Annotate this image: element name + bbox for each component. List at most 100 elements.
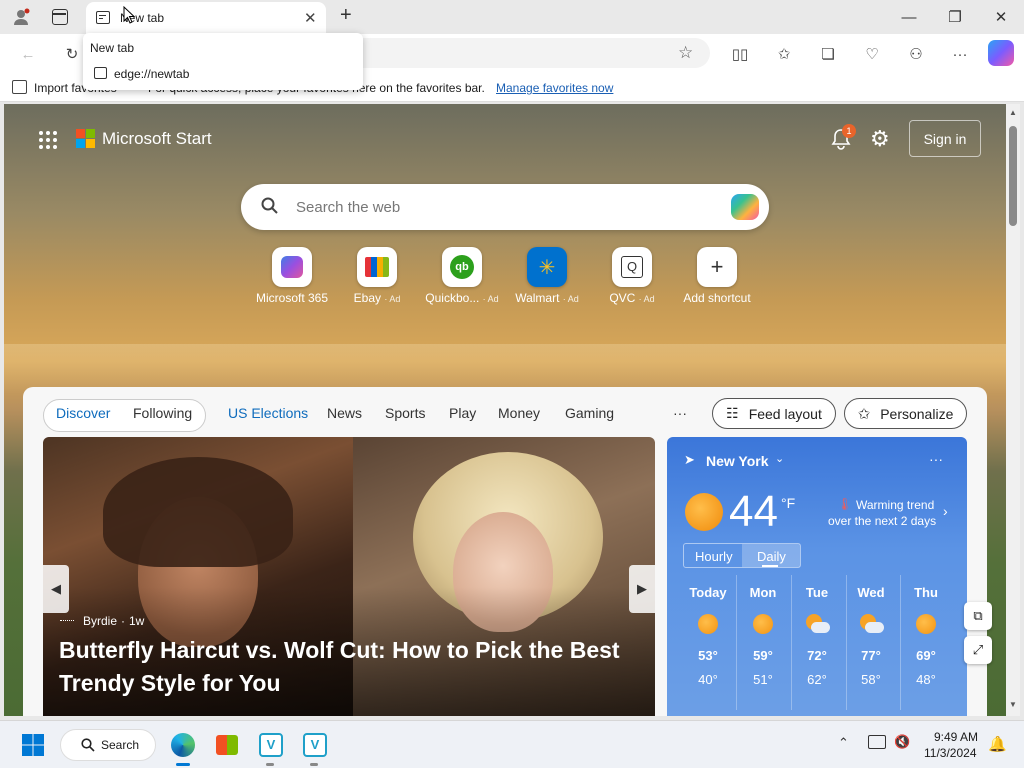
show-hidden-icons-icon[interactable]: ⌃ <box>838 735 849 751</box>
app-launcher-icon[interactable] <box>38 130 58 150</box>
tab-play[interactable]: Play <box>449 405 476 421</box>
article-age-separator: · <box>121 614 125 628</box>
restore-button[interactable]: ❐ <box>932 0 978 34</box>
location-dropdown-icon[interactable]: ⌄ <box>775 452 784 465</box>
sign-in-button[interactable]: Sign in <box>909 120 981 157</box>
app-taskbar-icon-1[interactable]: V <box>256 730 286 766</box>
tab-tooltip: New tab edge://newtab <box>83 33 363 90</box>
page-scrollbar[interactable]: ▲ ▼ <box>1006 104 1020 716</box>
taskbar-search-box[interactable]: Search <box>60 729 156 761</box>
shortcut-qvc[interactable]: Q QVC · Ad <box>587 247 677 305</box>
tab-actions-icon[interactable] <box>52 9 68 25</box>
tab-following[interactable]: Following <box>133 405 192 421</box>
carousel-prev-button[interactable]: ◀ <box>43 565 69 613</box>
notification-center-icon[interactable]: 🔔 <box>988 735 1007 753</box>
refresh-icon[interactable]: ↻ <box>60 42 84 66</box>
shortcut-microsoft-365[interactable]: Microsoft 365 <box>247 247 337 305</box>
tab-daily-underline <box>762 565 778 567</box>
scroll-thumb[interactable] <box>1009 126 1017 226</box>
shortcut-quickbooks[interactable]: qb Quickbo... · Ad <box>417 247 507 305</box>
tab-news[interactable]: News <box>327 405 362 421</box>
collections-icon[interactable]: ❏ <box>816 42 840 66</box>
split-screen-icon[interactable]: ▯▯ <box>728 42 752 66</box>
start-button[interactable] <box>18 730 48 760</box>
carousel-next-button[interactable]: ▶ <box>629 565 655 613</box>
manage-favorites-link[interactable]: Manage favorites now <box>496 81 613 95</box>
tab-daily[interactable]: Daily <box>757 549 786 564</box>
new-tab-button[interactable]: + <box>340 4 352 27</box>
trend-next-icon[interactable]: › <box>943 503 948 519</box>
trend-headline: Warming trend <box>856 498 935 512</box>
scroll-up-icon[interactable]: ▲ <box>1009 108 1017 117</box>
clock-time[interactable]: 9:49 AM <box>934 730 978 744</box>
tab-us-elections[interactable]: US Elections <box>228 405 308 421</box>
forecast-divider <box>736 575 737 710</box>
feed-layout-button[interactable]: ☷ Feed layout <box>712 398 836 429</box>
settings-gear-icon[interactable]: ⚙ <box>870 126 890 152</box>
volume-muted-icon[interactable]: 🔇 <box>894 734 910 750</box>
feedback-image-icon[interactable]: ⧉ <box>964 602 992 630</box>
sparkle-star-icon: ✩ <box>857 405 871 423</box>
browser-essentials-icon[interactable]: ♡ <box>860 42 884 66</box>
forecast-day-thu[interactable]: Thu 69° 48° <box>901 585 951 687</box>
close-window-button[interactable]: ✕ <box>978 0 1024 34</box>
back-icon[interactable]: ← <box>16 42 40 66</box>
weather-location[interactable]: New York <box>706 453 769 469</box>
forecast-day-tue[interactable]: Tue 72° 62° <box>792 585 842 687</box>
trend-detail: over the next 2 days <box>828 514 937 528</box>
tab-new-tab[interactable]: New tab ✕ <box>86 2 326 34</box>
title-bar: New tab ✕ + — ❐ ✕ <box>0 0 1024 34</box>
add-shortcut-button[interactable]: + Add shortcut <box>672 247 762 305</box>
expand-icon[interactable]: ⤢ <box>964 636 992 664</box>
minimize-button[interactable]: — <box>886 0 932 34</box>
location-arrow-icon: ➤ <box>684 452 695 467</box>
network-icon[interactable] <box>868 735 886 749</box>
more-categories-button[interactable]: ··· <box>673 405 687 421</box>
tab-discover[interactable]: Discover <box>56 405 110 421</box>
plus-icon: + <box>697 247 737 287</box>
microsoft-store-icon[interactable] <box>212 730 242 760</box>
quickbooks-icon: qb <box>442 247 482 287</box>
newtab-page-icon <box>96 11 110 24</box>
shortcut-walmart[interactable]: ✳ Walmart · Ad <box>502 247 592 305</box>
shortcut-ebay[interactable]: Ebay · Ad <box>332 247 422 305</box>
tooltip-url: edge://newtab <box>114 67 190 81</box>
scroll-down-icon[interactable]: ▼ <box>1009 700 1017 709</box>
hero-article-card[interactable]: ◀ ▶ Byrdie · 1w Butterfly Haircut vs. Wo… <box>43 437 655 716</box>
article-source: Byrdie <box>83 614 118 628</box>
article-headline[interactable]: Butterfly Haircut vs. Wolf Cut: How to P… <box>59 634 639 700</box>
clock-date[interactable]: 11/3/2024 <box>924 746 977 760</box>
app-taskbar-icon-2[interactable]: V <box>300 730 330 766</box>
tab-sports[interactable]: Sports <box>385 405 425 421</box>
tooltip-page-icon <box>94 67 107 79</box>
forecast-day-today[interactable]: Today 53° 40° <box>683 585 733 687</box>
copilot-search-icon[interactable] <box>731 194 759 220</box>
favorites-icon[interactable]: ✩ <box>772 42 796 66</box>
search-placeholder: Search the web <box>296 199 401 216</box>
partly-cloudy-icon <box>804 614 830 634</box>
brand-title[interactable]: Microsoft Start <box>102 129 212 149</box>
copilot-icon[interactable] <box>988 40 1014 66</box>
tab-gaming[interactable]: Gaming <box>565 405 614 421</box>
close-tab-icon[interactable]: ✕ <box>304 9 317 27</box>
tooltip-title: New tab <box>90 41 135 55</box>
tab-money[interactable]: Money <box>498 405 540 421</box>
settings-more-icon[interactable]: ··· <box>948 42 972 66</box>
weather-more-button[interactable]: ··· <box>929 451 943 467</box>
web-search-box[interactable]: Search the web <box>241 184 769 230</box>
ebay-bag-icon <box>357 247 397 287</box>
forecast-day-mon[interactable]: Mon 59° 51° <box>738 585 788 687</box>
forecast-day-wed[interactable]: Wed 77° 58° <box>846 585 896 687</box>
import-favorites-icon <box>12 80 27 94</box>
source-logo-icon <box>60 620 74 625</box>
tab-hourly[interactable]: Hourly <box>695 549 733 564</box>
temperature-unit[interactable]: °F <box>781 495 795 511</box>
favorite-star-icon[interactable]: ☆ <box>678 43 693 63</box>
article-age: 1w <box>129 614 145 628</box>
edge-taskbar-icon[interactable] <box>168 730 198 766</box>
profile-icon[interactable] <box>12 8 30 26</box>
weather-card[interactable]: ➤ New York ⌄ ··· 44 °F 🌡 Warming trend o… <box>667 437 967 716</box>
share-icon[interactable]: ⚇ <box>904 42 928 66</box>
new-tab-page: Microsoft Start 1 ⚙ Sign in Search the w… <box>4 104 1006 716</box>
personalize-button[interactable]: ✩ Personalize <box>844 398 967 429</box>
